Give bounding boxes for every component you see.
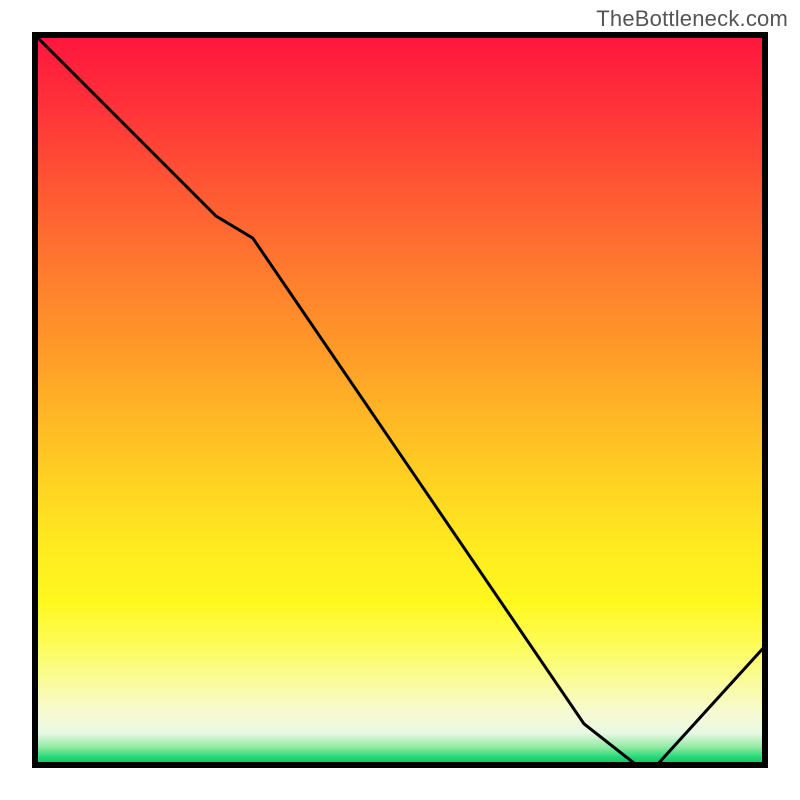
plot-area — [32, 32, 768, 768]
chart-canvas: TheBottleneck.com — [0, 0, 800, 800]
attribution-label: TheBottleneck.com — [596, 6, 788, 32]
plot-svg — [32, 32, 768, 768]
data-line — [32, 32, 768, 764]
